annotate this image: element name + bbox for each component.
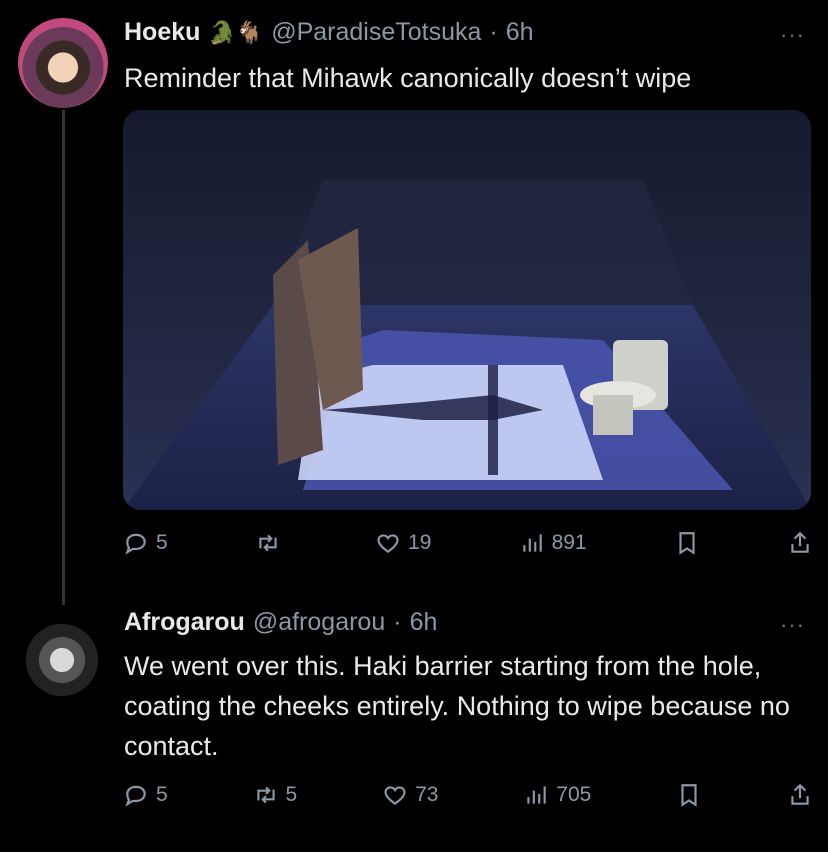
- more-icon[interactable]: ···: [780, 612, 805, 638]
- reply-icon: [125, 533, 146, 555]
- repost-count: 5: [285, 783, 298, 806]
- tweet-text: We went over this. Haki barrier starting…: [124, 651, 790, 761]
- heart-icon: [384, 786, 406, 805]
- reply-button[interactable]: 5: [123, 782, 168, 808]
- like-count: 19: [408, 531, 432, 554]
- reply-count: 5: [156, 783, 168, 806]
- tweet-1-header: Hoeku 🐊🐐 @ParadiseTotsuka · 6h: [124, 18, 534, 47]
- tweet-1-actions: 5 19 891: [123, 526, 813, 560]
- name-emoji: 🐊🐐: [208, 19, 264, 45]
- views-icon: [522, 534, 542, 552]
- repost-icon: [259, 534, 277, 552]
- tweet-2-header: Afrogarou @afrogarou · 6h: [124, 608, 437, 637]
- views-button[interactable]: 891: [519, 530, 587, 556]
- separator-dot: ·: [489, 18, 498, 46]
- repost-button[interactable]: 5: [253, 782, 298, 808]
- tweet-text: Reminder that Mihawk canonically doesn’t…: [124, 63, 692, 93]
- repost-button[interactable]: [255, 530, 288, 556]
- tweet-image[interactable]: [123, 110, 811, 510]
- author-handle[interactable]: @ParadiseTotsuka: [271, 18, 481, 47]
- share-icon: [791, 783, 809, 805]
- author-handle[interactable]: @afrogarou: [253, 608, 385, 637]
- avatar-afrogarou[interactable]: [16, 614, 108, 706]
- reply-icon: [125, 785, 146, 807]
- timestamp[interactable]: 6h: [410, 608, 438, 637]
- share-button[interactable]: [787, 782, 813, 808]
- bookmark-icon: [679, 532, 695, 555]
- bookmark-button[interactable]: [674, 530, 700, 556]
- heart-icon: [377, 534, 399, 553]
- like-count: 73: [415, 783, 439, 806]
- tweet-2-actions: 5 5 73 705: [123, 778, 813, 812]
- author-name[interactable]: Hoeku: [124, 18, 200, 47]
- like-button[interactable]: 73: [382, 782, 438, 808]
- thread-connector-line: [62, 110, 65, 605]
- reply-count: 5: [156, 531, 168, 554]
- avatar-hoeku[interactable]: [18, 18, 108, 108]
- share-icon: [791, 531, 809, 553]
- repost-icon: [256, 786, 275, 804]
- view-count: 891: [551, 531, 587, 554]
- more-icon[interactable]: ···: [780, 22, 805, 48]
- timestamp[interactable]: 6h: [506, 18, 534, 47]
- room-scene-illustration: [123, 110, 811, 510]
- bookmark-button[interactable]: [676, 782, 702, 808]
- reply-button[interactable]: 5: [123, 530, 168, 556]
- views-icon: [527, 786, 547, 804]
- share-button[interactable]: [787, 530, 813, 556]
- view-count: 705: [556, 783, 592, 806]
- separator-dot: ·: [393, 608, 402, 636]
- bookmark-icon: [681, 784, 697, 807]
- author-name[interactable]: Afrogarou: [124, 608, 245, 637]
- like-button[interactable]: 19: [375, 530, 431, 556]
- views-button[interactable]: 705: [523, 782, 591, 808]
